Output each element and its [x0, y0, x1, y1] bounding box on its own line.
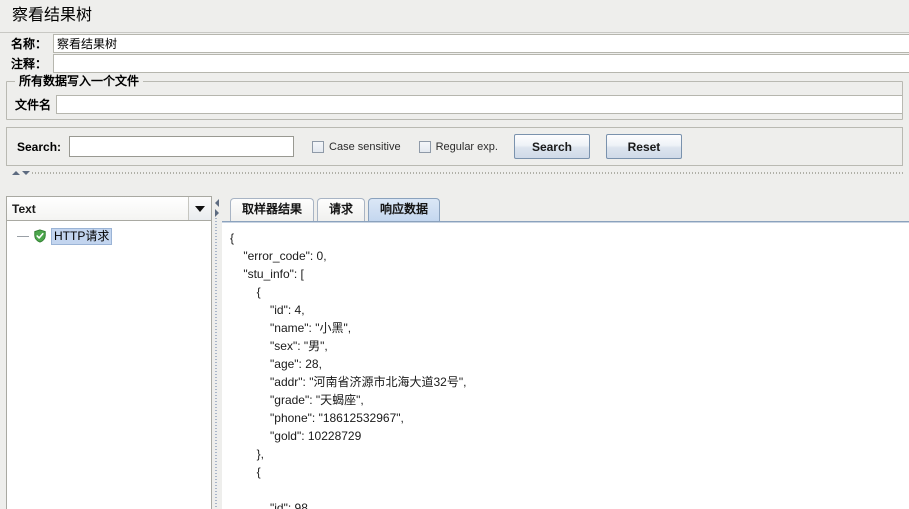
vertical-splitter[interactable] [212, 196, 222, 509]
chevron-up-icon[interactable] [12, 170, 20, 175]
search-panel: Search: Case sensitive Regular exp. Sear… [6, 127, 903, 166]
response-data-panel: { "error_code": 0, "stu_info": [ { "id":… [222, 222, 909, 509]
results-tree-pane: Text HTTP请求 [6, 196, 212, 509]
splitter-arrows[interactable] [6, 170, 30, 175]
chevron-right-icon[interactable] [215, 209, 219, 217]
name-label: 名称： [11, 36, 48, 51]
comment-row: 注释： [0, 53, 909, 74]
renderer-selected-value: Text [12, 201, 36, 216]
response-data-text[interactable]: { "error_code": 0, "stu_info": [ { "id":… [226, 223, 909, 509]
checkbox-icon [418, 140, 431, 153]
write-to-file-group: 所有数据写入一个文件 文件名 [6, 74, 903, 120]
main-split-pane: Text HTTP请求 取样器结果 请求 响应数据 {"error_code"… [6, 196, 909, 509]
filename-label: 文件名 [15, 98, 52, 112]
combo-arrow-button[interactable] [188, 197, 211, 220]
tree-connector-icon [17, 235, 29, 237]
tree-node-http-request[interactable]: HTTP请求 [7, 227, 211, 245]
window-title-bar: 察看结果树 [0, 0, 909, 32]
result-tabstrip: 取样器结果 请求 响应数据 [222, 196, 909, 222]
regular-exp-checkbox[interactable]: Regular exp. [418, 140, 498, 153]
vertical-splitter-arrows[interactable] [215, 196, 219, 217]
case-sensitive-label: Case sensitive [329, 140, 401, 153]
vertical-splitter-grip [215, 218, 217, 509]
splitter-grip [32, 172, 903, 174]
renderer-combobox[interactable]: Text [7, 197, 211, 221]
name-row: 名称： [0, 32, 909, 53]
tree-node-label: HTTP请求 [51, 227, 113, 245]
write-to-file-legend: 所有数据写入一个文件 [15, 74, 144, 88]
comment-label: 注释： [11, 57, 48, 71]
success-shield-icon [34, 229, 46, 243]
result-detail-pane: 取样器结果 请求 响应数据 { "error_code": 0, "stu_in… [222, 196, 909, 509]
name-input[interactable] [53, 33, 909, 53]
case-sensitive-checkbox[interactable]: Case sensitive [312, 140, 401, 153]
filename-input[interactable] [56, 95, 902, 114]
chevron-down-icon [195, 205, 205, 212]
tab-response-data[interactable]: 响应数据 [368, 198, 441, 221]
search-button[interactable]: Search [513, 134, 590, 159]
checkbox-icon [312, 140, 325, 153]
search-input[interactable] [69, 136, 295, 157]
chevron-left-icon[interactable] [215, 199, 219, 207]
chevron-down-icon[interactable] [22, 170, 30, 175]
view-results-tree-window: 察看结果树 名称： 注释： 所有数据写入一个文件 文件名 Search: Cas… [0, 0, 909, 509]
tab-sampler-result[interactable]: 取样器结果 [230, 198, 315, 221]
reset-button[interactable]: Reset [605, 134, 682, 159]
horizontal-splitter[interactable] [6, 168, 903, 177]
page-title: 察看结果树 [12, 7, 93, 24]
regular-exp-label: Regular exp. [435, 140, 498, 153]
results-tree[interactable]: HTTP请求 [7, 221, 211, 509]
comment-input[interactable] [53, 54, 909, 73]
search-label: Search: [17, 139, 62, 154]
tab-request[interactable]: 请求 [317, 198, 366, 221]
